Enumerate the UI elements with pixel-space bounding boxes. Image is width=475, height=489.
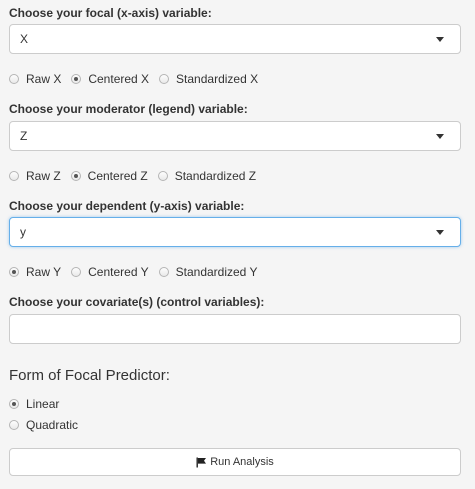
dependent-variable-label: Choose your dependent (y-axis) variable:	[9, 199, 245, 213]
flag-icon	[196, 457, 207, 467]
dependent-scaling-radio-group: Raw Y Centered Y Standardized Y	[9, 264, 267, 280]
radio-label: Standardized X	[176, 72, 259, 86]
radio-button[interactable]	[71, 267, 82, 277]
run-analysis-button[interactable]: Run Analysis	[9, 448, 461, 476]
radio-button-checked[interactable]	[71, 74, 82, 84]
radio-button-checked[interactable]	[9, 399, 19, 409]
radio-label: Raw Z	[26, 169, 61, 183]
radio-button[interactable]	[157, 171, 168, 181]
radio-label: Centered X	[88, 72, 150, 86]
moderator-scaling-radio-group: Raw Z Centered Z Standardized Z	[9, 168, 266, 184]
radio-label: Standardized Z	[174, 169, 257, 183]
moderator-variable-select[interactable]: Z	[9, 121, 461, 151]
moderator-variable-value: Z	[20, 129, 28, 143]
dependent-variable-value: y	[20, 225, 26, 239]
covariates-input[interactable]	[9, 314, 461, 344]
radio-raw-y[interactable]: Raw Y	[9, 265, 61, 279]
radio-label: Linear	[26, 397, 60, 411]
focal-variable-label: Choose your focal (x-axis) variable:	[9, 6, 212, 20]
radio-linear[interactable]: Linear	[9, 396, 59, 412]
radio-button[interactable]	[158, 267, 169, 277]
radio-label: Raw X	[26, 72, 62, 86]
radio-label: Raw Y	[26, 265, 62, 279]
radio-standardized-x[interactable]: Standardized X	[159, 72, 258, 86]
radio-label: Centered Z	[87, 169, 148, 183]
focal-form-heading: Form of Focal Predictor:	[9, 367, 170, 384]
radio-label: Quadratic	[26, 418, 79, 432]
radio-button[interactable]	[9, 171, 19, 181]
dependent-variable-select[interactable]: y	[9, 217, 461, 247]
radio-button[interactable]	[9, 74, 19, 84]
covariates-label: Choose your covariate(s) (control variab…	[9, 295, 265, 309]
radio-centered-x[interactable]: Centered X	[71, 72, 149, 86]
focal-variable-value: X	[20, 32, 29, 46]
focal-scaling-radio-group: Raw X Centered X Standardized X	[9, 71, 268, 87]
radio-button-checked[interactable]	[70, 171, 81, 181]
focal-variable-select[interactable]: X	[9, 24, 461, 54]
radio-standardized-z[interactable]: Standardized Z	[157, 169, 257, 183]
radio-button[interactable]	[9, 420, 19, 430]
radio-label: Standardized Y	[175, 265, 258, 279]
radio-button[interactable]	[159, 74, 170, 84]
analysis-options-panel: Choose your focal (x-axis) variable: X R…	[0, 0, 475, 489]
radio-standardized-y[interactable]: Standardized Y	[158, 265, 258, 279]
chevron-down-icon	[436, 134, 444, 139]
run-analysis-label: Run Analysis	[210, 456, 274, 468]
radio-quadratic[interactable]: Quadratic	[9, 417, 78, 433]
radio-raw-z[interactable]: Raw Z	[9, 169, 61, 183]
moderator-variable-label: Choose your moderator (legend) variable:	[9, 102, 248, 116]
radio-label: Centered Y	[88, 265, 149, 279]
radio-centered-z[interactable]: Centered Z	[70, 169, 148, 183]
radio-raw-x[interactable]: Raw X	[9, 72, 61, 86]
radio-button-checked[interactable]	[9, 267, 19, 277]
chevron-down-icon	[436, 230, 444, 235]
radio-centered-y[interactable]: Centered Y	[71, 265, 149, 279]
chevron-down-icon	[436, 37, 444, 42]
